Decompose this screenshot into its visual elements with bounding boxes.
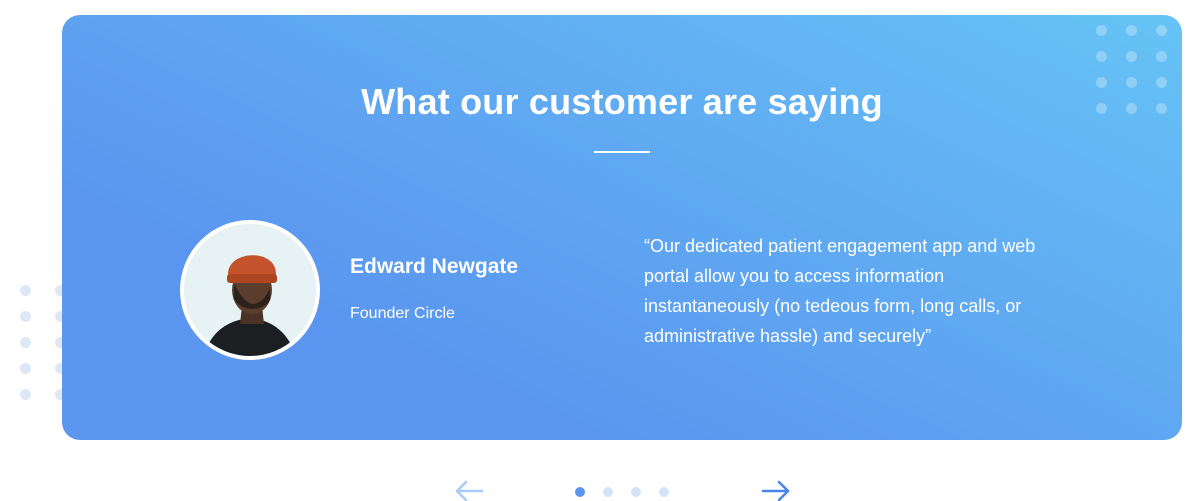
pagination-dot[interactable] <box>603 487 613 497</box>
previous-button[interactable] <box>452 478 486 501</box>
arrow-left-icon <box>455 480 484 501</box>
testimonial-quote: “Our dedicated patient engagement app an… <box>644 236 1036 346</box>
customer-portrait-image <box>184 224 316 356</box>
customer-name: Edward Newgate <box>350 255 519 278</box>
arrow-right-icon <box>761 480 790 501</box>
pagination-dots <box>575 487 669 497</box>
pagination-dot[interactable] <box>575 487 585 497</box>
next-button[interactable] <box>759 478 793 501</box>
decorative-dot-grid-left <box>20 285 66 400</box>
customer-role: Founder Circle <box>350 305 455 322</box>
avatar <box>180 220 320 360</box>
pagination-dot[interactable] <box>631 487 641 497</box>
title-divider <box>594 151 650 153</box>
pagination-dot[interactable] <box>659 487 669 497</box>
testimonial-card: What our customer are saying Edward Newg… <box>62 15 1182 440</box>
section-title: What our customer are saying <box>361 81 883 122</box>
